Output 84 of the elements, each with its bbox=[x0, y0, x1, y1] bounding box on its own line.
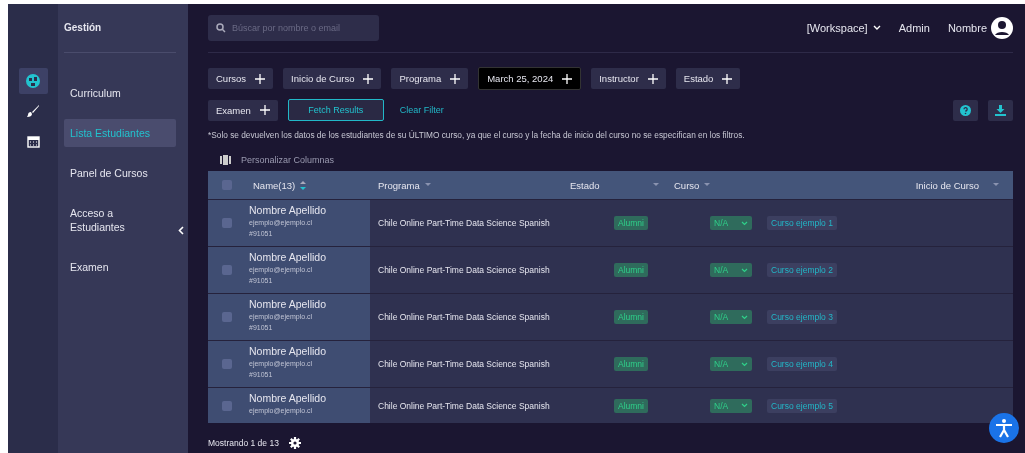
student-name: Nombre Apellido bbox=[249, 298, 328, 311]
settings-icon[interactable] bbox=[288, 437, 301, 449]
row-checkbox[interactable] bbox=[221, 359, 232, 369]
nav-item[interactable]: Acceso a Estudiantes bbox=[64, 199, 176, 241]
download-button[interactable] bbox=[988, 99, 1013, 121]
column-header[interactable]: Inicio de Curso bbox=[865, 179, 1013, 191]
row-checkbox[interactable] bbox=[221, 265, 232, 275]
fetch-results-button[interactable]: Fetch Results bbox=[287, 99, 384, 121]
filter-chip[interactable]: Cursos bbox=[208, 68, 274, 89]
program-cell: Chile Online Part-Time Data Science Spanish bbox=[378, 218, 550, 228]
calendar-icon bbox=[26, 134, 40, 148]
caret-icon bbox=[993, 183, 999, 187]
filter-chip[interactable]: Estado bbox=[675, 68, 741, 89]
row-checkbox[interactable] bbox=[221, 312, 232, 322]
student-name: Nombre Apellido bbox=[249, 345, 328, 358]
status-badge: Alumni bbox=[614, 263, 648, 277]
sort-icon bbox=[300, 179, 307, 191]
customize-columns-button[interactable]: Personalizar Columnas bbox=[220, 155, 335, 165]
filter-chip[interactable]: Programa bbox=[391, 68, 469, 89]
program-cell: Chile Online Part-Time Data Science Spanish bbox=[378, 312, 550, 322]
row-checkbox[interactable] bbox=[221, 218, 232, 228]
caret-icon bbox=[653, 183, 659, 187]
filter-chip[interactable]: March 25, 2024 bbox=[478, 67, 582, 90]
plus-icon bbox=[562, 73, 573, 84]
status-badge: Alumni bbox=[614, 216, 648, 230]
chevron-down-icon bbox=[741, 361, 748, 367]
role-label: Admin bbox=[898, 22, 930, 34]
globe-icon bbox=[25, 73, 41, 89]
accessibility-button[interactable] bbox=[989, 413, 1019, 443]
globe-rail-button[interactable] bbox=[18, 68, 48, 94]
plus-icon bbox=[259, 105, 270, 115]
brush-icon bbox=[26, 104, 40, 118]
column-header[interactable]: Estado bbox=[570, 179, 665, 191]
program-cell: Chile Online Part-Time Data Science Spanish bbox=[378, 359, 550, 369]
nav-item[interactable]: Lista Estudiantes bbox=[64, 119, 176, 147]
user-name[interactable]: Nombre bbox=[947, 22, 987, 34]
help-icon bbox=[960, 104, 971, 116]
course-tag: Curso ejemplo 3 bbox=[767, 310, 837, 324]
download-icon bbox=[995, 104, 1006, 116]
row-checkbox[interactable] bbox=[221, 400, 232, 411]
workspace-dropdown[interactable]: [Workspace] bbox=[806, 22, 881, 34]
filter-chip[interactable]: Examen bbox=[208, 99, 278, 121]
accessibility-icon bbox=[994, 418, 1014, 438]
chevron-down-icon bbox=[741, 267, 748, 273]
collapse-chevron-icon[interactable] bbox=[178, 226, 184, 235]
columns-icon bbox=[220, 155, 231, 165]
course-tag: Curso ejemplo 4 bbox=[767, 357, 837, 371]
nav-item[interactable]: Panel de Cursos bbox=[64, 159, 176, 187]
chevron-down-icon bbox=[872, 25, 881, 31]
chevron-down-icon bbox=[741, 220, 748, 226]
plus-icon bbox=[647, 73, 658, 84]
chevron-down-icon bbox=[741, 314, 748, 320]
filter-chip[interactable]: Instructor bbox=[591, 68, 666, 89]
course-tag: Curso ejemplo 5 bbox=[767, 398, 837, 413]
student-name: Nombre Apellido bbox=[249, 392, 328, 405]
caret-icon bbox=[424, 183, 431, 187]
plus-icon bbox=[722, 73, 733, 84]
column-header[interactable]: Name(13) bbox=[245, 179, 370, 191]
student-name: Nombre Apellido bbox=[249, 251, 328, 264]
nav-item[interactable]: Curriculum bbox=[64, 79, 176, 107]
student-name: Nombre Apellido bbox=[249, 204, 328, 217]
course-tag: Curso ejemplo 1 bbox=[767, 216, 837, 230]
filter-note: *Solo se devuelven los datos de los estudiantes de su ÚLTIMO curso, ya que el curso y la fecha de inicio del curso no se especifican en los filtros. bbox=[208, 130, 746, 140]
chevron-down-icon bbox=[741, 403, 748, 408]
course-tag: Curso ejemplo 2 bbox=[767, 263, 837, 277]
plus-icon bbox=[450, 73, 461, 84]
program-cell: Chile Online Part-Time Data Science Spanish bbox=[378, 265, 550, 275]
caret-icon bbox=[704, 183, 711, 187]
filter-chip[interactable]: Inicio de Curso bbox=[283, 68, 382, 89]
avatar-icon[interactable] bbox=[991, 17, 1013, 39]
status-badge: Alumni bbox=[614, 398, 648, 413]
column-header[interactable]: Curso bbox=[665, 179, 865, 191]
search-icon bbox=[216, 23, 226, 33]
pagination-text: Mostrando 1 de 13 bbox=[208, 438, 279, 448]
nav-title: Gestión bbox=[64, 21, 103, 34]
help-button[interactable] bbox=[953, 99, 978, 121]
clear-filter-link[interactable]: Clear Filter bbox=[399, 105, 444, 115]
status-badge: Alumni bbox=[614, 310, 648, 324]
nav-item[interactable]: Examen bbox=[64, 253, 176, 281]
column-header[interactable]: Programa bbox=[370, 179, 570, 191]
plus-icon bbox=[255, 73, 266, 84]
status-badge: Alumni bbox=[614, 357, 648, 371]
plus-icon bbox=[363, 73, 374, 84]
program-cell: Chile Online Part-Time Data Science Spanish bbox=[378, 400, 550, 411]
